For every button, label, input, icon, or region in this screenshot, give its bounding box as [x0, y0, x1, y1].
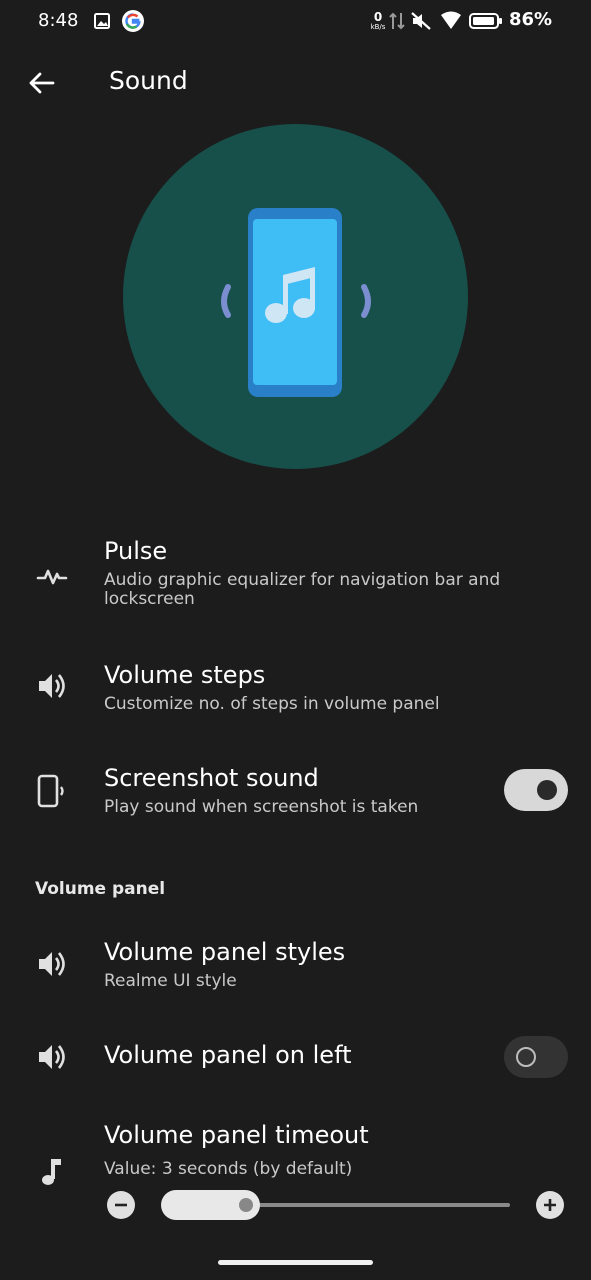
- volume-panel-styles-setting[interactable]: Volume panel styles Realme UI style: [0, 933, 591, 1003]
- setting-title: Volume panel styles: [104, 938, 346, 966]
- mute-icon: [411, 12, 431, 30]
- setting-subtitle: Audio graphic equalizer for navigation b…: [104, 570, 501, 609]
- google-icon: [122, 10, 144, 32]
- volume-steps-setting[interactable]: Volume steps Customize no. of steps in v…: [0, 655, 591, 725]
- battery-percent: 86%: [509, 9, 553, 30]
- pulse-setting[interactable]: Pulse Audio graphic equalizer for naviga…: [0, 530, 591, 630]
- setting-title: Volume steps: [104, 661, 266, 689]
- battery-icon: [469, 13, 502, 29]
- setting-title: Volume panel timeout: [104, 1121, 369, 1149]
- page-title: Sound: [109, 66, 188, 95]
- volume-icon: [39, 674, 65, 698]
- setting-title: Volume panel on left: [104, 1041, 352, 1069]
- setting-title: Screenshot sound: [104, 764, 319, 792]
- phone-sound-icon: [37, 774, 64, 808]
- setting-subtitle: Value: 3 seconds (by default): [104, 1159, 353, 1179]
- status-time: 8:48: [38, 10, 79, 31]
- setting-subtitle: Realme UI style: [104, 971, 237, 991]
- wifi-icon: [441, 11, 461, 29]
- volume-panel-on-left-toggle[interactable]: [504, 1036, 568, 1078]
- back-button[interactable]: [22, 64, 60, 102]
- screenshot-sound-toggle[interactable]: [504, 769, 568, 811]
- decrease-button[interactable]: [107, 1191, 135, 1219]
- minus-icon: [115, 1203, 127, 1207]
- screenshot-sound-setting[interactable]: Screenshot sound Play sound when screens…: [0, 758, 591, 828]
- setting-subtitle: Play sound when screenshot is taken: [104, 797, 419, 817]
- pulse-icon: [36, 569, 68, 585]
- data-transfer-icon: [389, 12, 405, 30]
- increase-button[interactable]: [536, 1191, 564, 1219]
- volume-panel-on-left-setting[interactable]: Volume panel on left: [0, 1035, 591, 1081]
- network-speed: 0 kB/s: [370, 10, 386, 31]
- section-header-volume-panel: Volume panel: [35, 879, 166, 899]
- volume-icon: [39, 1045, 65, 1069]
- setting-subtitle: Customize no. of steps in volume panel: [104, 694, 440, 714]
- phone-music-illustration: [221, 208, 371, 397]
- volume-icon: [39, 952, 65, 976]
- setting-title: Pulse: [104, 537, 168, 565]
- plus-icon: [544, 1199, 556, 1211]
- image-notification-icon: [94, 13, 110, 29]
- volume-panel-timeout-setting: Volume panel timeout Value: 3 seconds (b…: [0, 1118, 591, 1248]
- home-indicator[interactable]: [218, 1260, 373, 1265]
- music-note-icon: [42, 1159, 61, 1185]
- arrow-back-icon: [29, 72, 55, 94]
